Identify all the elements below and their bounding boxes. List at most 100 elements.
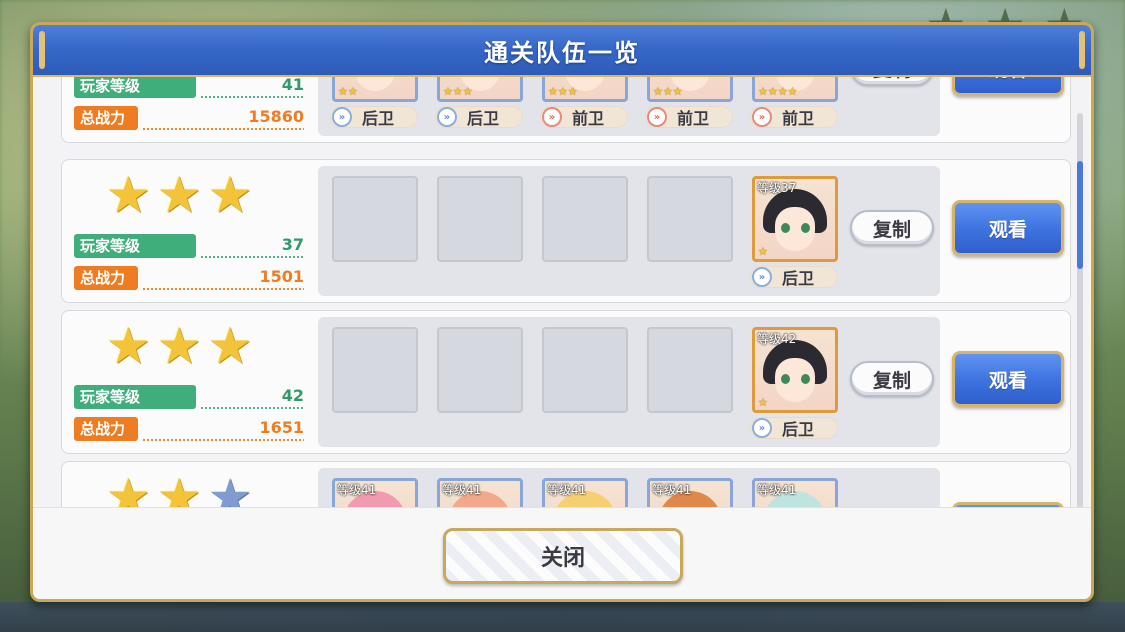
character-level: 等级41	[757, 483, 797, 497]
player-level-label: 玩家等级	[74, 385, 196, 409]
position-badge: » 后卫	[750, 417, 838, 439]
empty-slot	[542, 176, 628, 262]
clear-stars: ★ ★ ★	[106, 321, 252, 371]
empty-slot	[437, 327, 523, 413]
character-eye	[801, 223, 810, 233]
player-level-value: 37	[281, 235, 304, 254]
total-power-line: 总战力 1651	[74, 417, 304, 441]
total-power-line: 总战力 1501	[74, 266, 304, 290]
character-level: 等级41	[652, 483, 692, 497]
character-rarity-stars: ★	[758, 396, 768, 409]
watch-replay-button[interactable]: 观看	[952, 351, 1064, 407]
team-slots: 等级37 ★ » 后卫	[318, 166, 940, 296]
position-label: 前卫	[572, 109, 605, 128]
dialog-header: 通关队伍一览	[33, 25, 1091, 77]
character-portrait[interactable]: ★★★	[437, 77, 523, 102]
background-menu-bar	[0, 602, 1125, 632]
star-filled-icon: ★	[106, 166, 151, 224]
empty-slot	[332, 176, 418, 262]
dialog-footer: 关闭	[33, 507, 1091, 599]
scrollbar[interactable]	[1077, 113, 1083, 523]
position-badge: » 前卫	[645, 106, 733, 128]
watch-replay-button[interactable]: 观看	[952, 200, 1064, 256]
total-power-label: 总战力	[74, 266, 138, 290]
position-label: 前卫	[677, 109, 710, 128]
dialog-title: 通关队伍一览	[484, 38, 640, 67]
back-guard-icon: »	[752, 267, 772, 287]
team-row: ★ ★ ★ 玩家等级 42 总战力 1651 等级42 ★» 后卫 复制 观看	[61, 310, 1071, 454]
character-level: 等级41	[442, 483, 482, 497]
team-slots: 等级42 ★ » 后卫	[318, 317, 940, 447]
total-power-value: 1501	[259, 267, 304, 286]
star-filled-icon: ★	[106, 317, 151, 375]
front-guard-icon: »	[752, 107, 772, 127]
copy-team-button[interactable]: 复制	[850, 77, 934, 86]
position-label: 前卫	[782, 109, 815, 128]
player-level-line: 玩家等级 37	[74, 234, 304, 258]
character-level: 等级41	[547, 483, 587, 497]
front-guard-icon: »	[647, 107, 667, 127]
total-power-label: 总战力	[74, 417, 138, 441]
team-list-dialog: 通关队伍一览 ★★★玩家等级41总战力15860★★»后卫★★★»后卫★★★»前…	[30, 22, 1094, 602]
total-power-line: 总战力 15860	[74, 106, 304, 130]
character-rarity-stars: ★★★	[653, 85, 683, 98]
character-level: 等级42	[757, 332, 797, 346]
character-portrait[interactable]: 等级37 ★	[752, 176, 838, 262]
empty-slot	[647, 176, 733, 262]
position-badge: » 后卫	[330, 106, 418, 128]
back-guard-icon: »	[437, 107, 457, 127]
back-guard-icon: »	[752, 418, 772, 438]
character-rarity-stars: ★	[758, 245, 768, 258]
star-filled-icon: ★	[207, 166, 253, 224]
player-level-label: 玩家等级	[74, 234, 196, 258]
team-slots: ★★ » 后卫 ★★★ » 后卫 ★★★ » 前卫 ★★★ » 前卫 ★★★★ » 前卫	[318, 77, 940, 136]
close-button[interactable]: 关闭	[443, 528, 683, 584]
player-level-value: 42	[281, 386, 304, 405]
position-badge: » 前卫	[540, 106, 628, 128]
star-filled-icon: ★	[156, 317, 202, 375]
position-badge: » 前卫	[750, 106, 838, 128]
player-level-value: 41	[281, 77, 304, 94]
player-level-label: 玩家等级	[74, 77, 196, 98]
empty-slot	[647, 327, 733, 413]
copy-team-button[interactable]: 复制	[850, 210, 934, 246]
position-badge: » 后卫	[750, 266, 838, 288]
character-rarity-stars: ★★★	[443, 85, 473, 98]
player-level-line: 玩家等级 42	[74, 385, 304, 409]
clear-stars: ★ ★ ★	[106, 170, 252, 220]
star-filled-icon: ★	[207, 317, 253, 375]
empty-slot	[542, 327, 628, 413]
star-filled-icon: ★	[156, 166, 202, 224]
position-badge: » 后卫	[435, 106, 523, 128]
character-portrait[interactable]: ★★★	[647, 77, 733, 102]
character-eye	[781, 223, 790, 233]
character-eye	[781, 374, 790, 384]
scrollbar-thumb[interactable]	[1077, 161, 1083, 269]
character-portrait[interactable]: ★★	[332, 77, 418, 102]
position-label: 后卫	[782, 420, 815, 439]
character-level: 等级37	[757, 181, 797, 195]
position-label: 后卫	[362, 109, 395, 128]
team-row: ★★★ 玩家等级 41 总战力 15860 ★★ » 后卫 ★★★ » 后卫 ★★★ » 前卫 ★★★ » 前卫…	[61, 77, 1071, 143]
team-row: ★★★玩家等级总战力等级41等级41等级41等级41等级41复制观看	[61, 461, 1071, 513]
total-power-value: 1651	[259, 418, 304, 437]
total-power-value: 15860	[248, 107, 304, 126]
watch-replay-button[interactable]: 观看	[952, 77, 1064, 96]
front-guard-icon: »	[542, 107, 562, 127]
character-eye	[801, 374, 810, 384]
character-portrait[interactable]: 等级42 ★	[752, 327, 838, 413]
character-rarity-stars: ★★★	[548, 85, 578, 98]
character-portrait[interactable]: ★★★★	[752, 77, 838, 102]
character-portrait[interactable]: ★★★	[542, 77, 628, 102]
position-label: 后卫	[467, 109, 500, 128]
team-list[interactable]: ★★★玩家等级41总战力15860★★»后卫★★★»后卫★★★»前卫★★★»前卫…	[39, 77, 1079, 513]
empty-slot	[332, 327, 418, 413]
copy-team-button[interactable]: 复制	[850, 361, 934, 397]
back-guard-icon: »	[332, 107, 352, 127]
character-rarity-stars: ★★	[338, 85, 358, 98]
player-level-line: 玩家等级 41	[74, 77, 304, 98]
character-level: 等级41	[337, 483, 377, 497]
team-row: ★ ★ ★ 玩家等级 37 总战力 1501 等级37 ★» 后卫 复制 观看	[61, 159, 1071, 303]
character-face	[355, 77, 395, 91]
character-rarity-stars: ★★★★	[758, 85, 798, 98]
